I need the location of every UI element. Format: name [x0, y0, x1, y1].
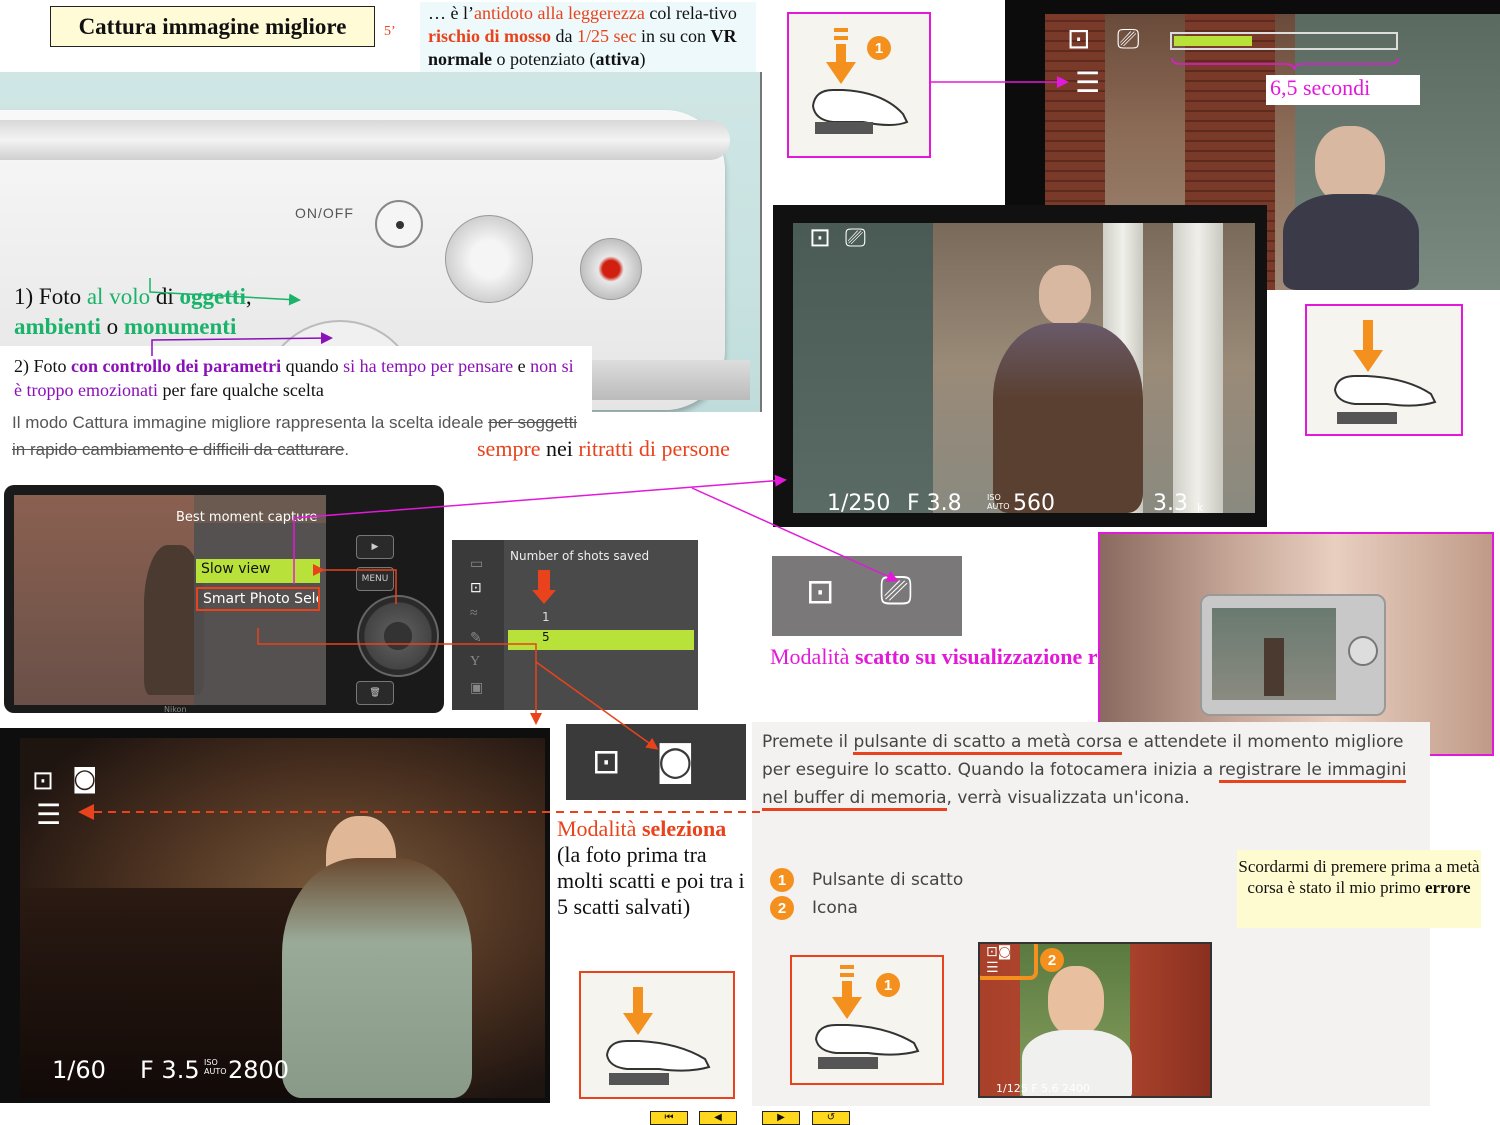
slow-view-icons-crop: ⊡ ⎚ — [772, 556, 962, 636]
camera-ring — [0, 120, 730, 160]
onoff-label: ON/OFF — [295, 205, 354, 221]
seconds-label: 6,5 secondi — [1266, 75, 1420, 105]
aperture-readout: F 3.5 — [140, 1056, 200, 1084]
arrow-down-icon — [532, 590, 556, 604]
iso-readout: 560 — [1013, 491, 1055, 516]
shutter-full-press-icon-bottom — [579, 971, 735, 1099]
error-note: Scordarmi di premere prima a metà corsa … — [1237, 850, 1481, 928]
legend-item-2: 2 Icona — [770, 896, 858, 920]
menu-button[interactable]: MENU — [356, 567, 394, 591]
shutter-speed-readout: 1/250 — [827, 491, 891, 516]
iso-label: ISO AUTO — [204, 1058, 227, 1076]
playback-button[interactable]: ▶ — [356, 535, 394, 559]
slow-view-icon: ⎚ — [1117, 22, 1140, 55]
juggler-face — [1315, 126, 1385, 204]
camera-back-menu: Best moment capture Slow view Smart Phot… — [4, 485, 444, 713]
buffer-progress-frame — [1170, 32, 1398, 50]
buffer-icon: ☰ — [36, 798, 62, 831]
shutter-half-press-icon: 1 — [787, 12, 931, 158]
buffer-icon: ☰ — [986, 960, 999, 976]
camera-display-juggler: ⊡ ⎚ 1/250 F 3.8 ISO AUTO 560 3.3 k — [773, 205, 1267, 527]
multi-selector[interactable] — [357, 595, 439, 677]
camera-back — [1200, 594, 1386, 716]
history-icon: ▣ — [470, 681, 484, 696]
wifi-icon: ≈ — [470, 606, 478, 621]
remaining-shots: 3.3 — [1153, 491, 1188, 516]
nav-first-button[interactable]: ⏮ — [650, 1111, 688, 1125]
best-moment-icon: ⊡ — [806, 572, 835, 612]
shutter-button — [445, 215, 533, 303]
camera-display-piano: ⊡ ◙ ☰ 1/60 F 3.5 ISO AUTO 2800 — [0, 728, 550, 1103]
note-controlled-photo: 2) Foto con controllo dei parametri quan… — [0, 346, 592, 412]
legend-item-1: 1 Pulsante di scatto — [770, 868, 963, 892]
best-moment-icon: ⊡ — [32, 766, 54, 796]
buffer-progress-fill — [1174, 36, 1253, 46]
shots-option-1[interactable]: 1 — [508, 610, 694, 630]
best-moment-icon: ⊡ — [470, 581, 482, 596]
select-mode-icons-crop: ⊡ ◙ — [566, 724, 746, 800]
nav-return-button[interactable]: ↺ — [812, 1111, 850, 1125]
shutter-full-press-icon — [1305, 304, 1463, 436]
juggler-body — [1283, 194, 1419, 290]
girl-face — [1048, 966, 1104, 1036]
camera-screen — [1212, 608, 1336, 700]
note-quick-photo: 1) Foto al volo di oggetti, ambienti o m… — [14, 284, 252, 339]
finger-icon — [1333, 375, 1437, 407]
edit-icon: ✎ — [470, 631, 482, 646]
woman-body — [282, 858, 472, 1098]
page-title: Cattura immagine migliore — [50, 6, 375, 47]
duration-label: 5’ — [384, 24, 396, 39]
camera-dial — [1348, 636, 1378, 666]
remaining-unit: k — [1197, 501, 1204, 514]
aperture-readout: F 3.8 — [907, 491, 962, 516]
delete-button[interactable]: 🗑 — [356, 681, 394, 705]
power-button — [375, 200, 423, 248]
shots-saved-menu: ▭ ⊡ ≈ ✎ Y ▣ Number of shots saved 1 5 — [452, 540, 698, 710]
finger-icon — [814, 1024, 920, 1056]
instructions-text: Premete il pulsante di scatto a metà cor… — [762, 728, 1422, 812]
shots-option-5[interactable]: 5 — [508, 630, 694, 650]
juggler-body — [993, 323, 1143, 513]
portrait-photo: ⊡◙ ☰ 2 1/125 F 5.6 2400 — [978, 942, 1212, 1098]
playback-icon: ▭ — [470, 557, 484, 572]
menu-item-smart-photo[interactable]: Smart Photo Sele — [196, 587, 320, 611]
smart-photo-icon: ◙ — [656, 738, 695, 784]
portrait-note: sempre nei ritratti di persone — [477, 436, 730, 461]
best-moment-icon: ⊡ — [592, 742, 621, 782]
best-moment-icon: ⊡ — [809, 223, 831, 253]
antidote-note: … è l’antidoto alla leggerezza col rela-… — [420, 2, 756, 72]
juggler-face — [1039, 265, 1091, 325]
shots-menu-title: Number of shots saved — [510, 549, 650, 563]
finger-icon — [605, 1040, 711, 1072]
slow-view-icon: ⎚ — [880, 568, 912, 614]
nav-prev-button[interactable]: ◀ — [699, 1111, 737, 1125]
select-mode-label: Modalità seleziona (la foto prima tra mo… — [557, 816, 745, 919]
setup-icon: Y — [470, 654, 481, 669]
menu-item-slow-view[interactable]: Slow view — [196, 559, 320, 583]
menu-title: Best moment capture — [176, 510, 318, 525]
iso-label: ISO AUTO — [987, 493, 1010, 511]
shutter-speed-readout: 1/60 — [52, 1056, 106, 1084]
shutter-half-press-icon-bottom: 1 — [790, 955, 944, 1085]
slow-view-icon: ⎚ — [845, 223, 866, 253]
record-button — [580, 238, 642, 300]
manual-text-line1: Il modo Cattura immagine migliore rappre… — [12, 413, 578, 432]
brand-logo: Nikon — [164, 705, 187, 713]
best-moment-icon: ⊡ — [1067, 22, 1091, 55]
photo-readout: 1/125 F 5.6 2400 — [996, 1082, 1091, 1095]
smart-photo-icon: ◙ — [72, 764, 98, 794]
best-moment-icon: ⊡◙ — [986, 944, 1012, 960]
nav-next-button[interactable]: ▶ — [762, 1111, 800, 1125]
iso-readout: 2800 — [228, 1056, 290, 1084]
buffer-icon: ☰ — [1075, 66, 1101, 99]
manual-text-line2: in rapido cambiamento e difficili da cat… — [12, 440, 350, 459]
